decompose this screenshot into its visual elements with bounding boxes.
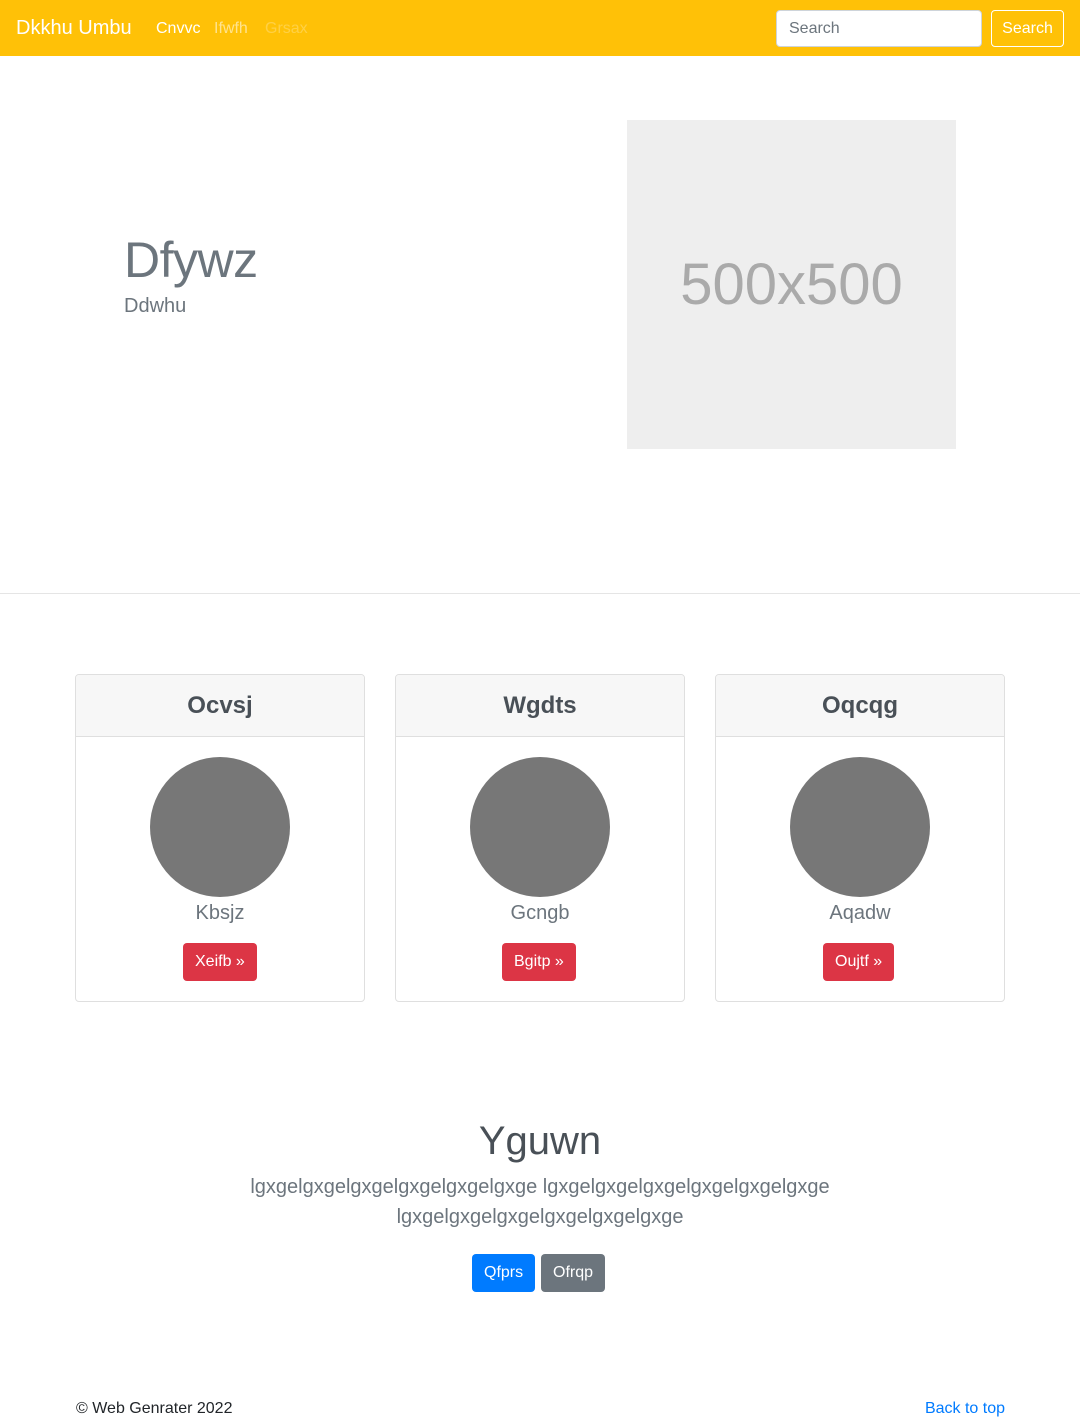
- nav-link-3[interactable]: Grsax: [265, 19, 308, 39]
- hero-image-label: 500x500: [680, 252, 903, 317]
- nav-link-1[interactable]: Cnvvc: [156, 19, 200, 39]
- card-button[interactable]: Oujtf »: [823, 943, 895, 981]
- card-2: Wgdts Gcngb Bgitp »: [395, 674, 685, 1002]
- card-header: Wgdts: [396, 675, 684, 737]
- card-button[interactable]: Xeifb »: [183, 943, 257, 981]
- avatar: [790, 757, 930, 897]
- card-1: Ocvsj Kbsjz Xeifb »: [75, 674, 365, 1002]
- primary-button[interactable]: Qfprs: [472, 1254, 536, 1292]
- section-divider: [0, 593, 1080, 594]
- card-title: Ocvsj: [187, 691, 253, 719]
- card-title: Wgdts: [503, 691, 577, 719]
- footer-copyright: © Web Genrater 2022: [76, 1400, 233, 1417]
- card-header: Oqcqg: [716, 675, 1004, 737]
- section-text: lgxgelgxgelgxgelgxgelgxgelgxge lgxgelgxg…: [250, 1176, 830, 1228]
- navbar: Dkkhu Umbu Cnvvc Ifwfh Grsax Search: [0, 0, 1080, 56]
- hero-title: Dfywz: [124, 232, 258, 288]
- card-header: Ocvsj: [76, 675, 364, 737]
- section-title: Yguwn: [478, 1119, 602, 1163]
- nav-link-2[interactable]: Ifwfh: [214, 19, 248, 39]
- card-text: Aqadw: [829, 902, 891, 924]
- secondary-button[interactable]: Ofrqp: [541, 1254, 606, 1292]
- search-button[interactable]: Search: [991, 10, 1064, 47]
- search-input[interactable]: [776, 10, 982, 47]
- back-to-top-link[interactable]: Back to top: [925, 1399, 1005, 1419]
- hero-image-placeholder: 500x500: [627, 120, 956, 449]
- card-3: Oqcqg Aqadw Oujtf »: [715, 674, 1005, 1002]
- card-text: Gcngb: [510, 902, 570, 924]
- card-text: Kbsjz: [195, 902, 245, 924]
- avatar: [470, 757, 610, 897]
- navbar-brand[interactable]: Dkkhu Umbu: [16, 16, 132, 40]
- card-button[interactable]: Bgitp »: [502, 943, 576, 981]
- hero-subtitle: Ddwhu: [124, 295, 187, 317]
- avatar: [150, 757, 290, 897]
- card-title: Oqcqg: [822, 691, 898, 719]
